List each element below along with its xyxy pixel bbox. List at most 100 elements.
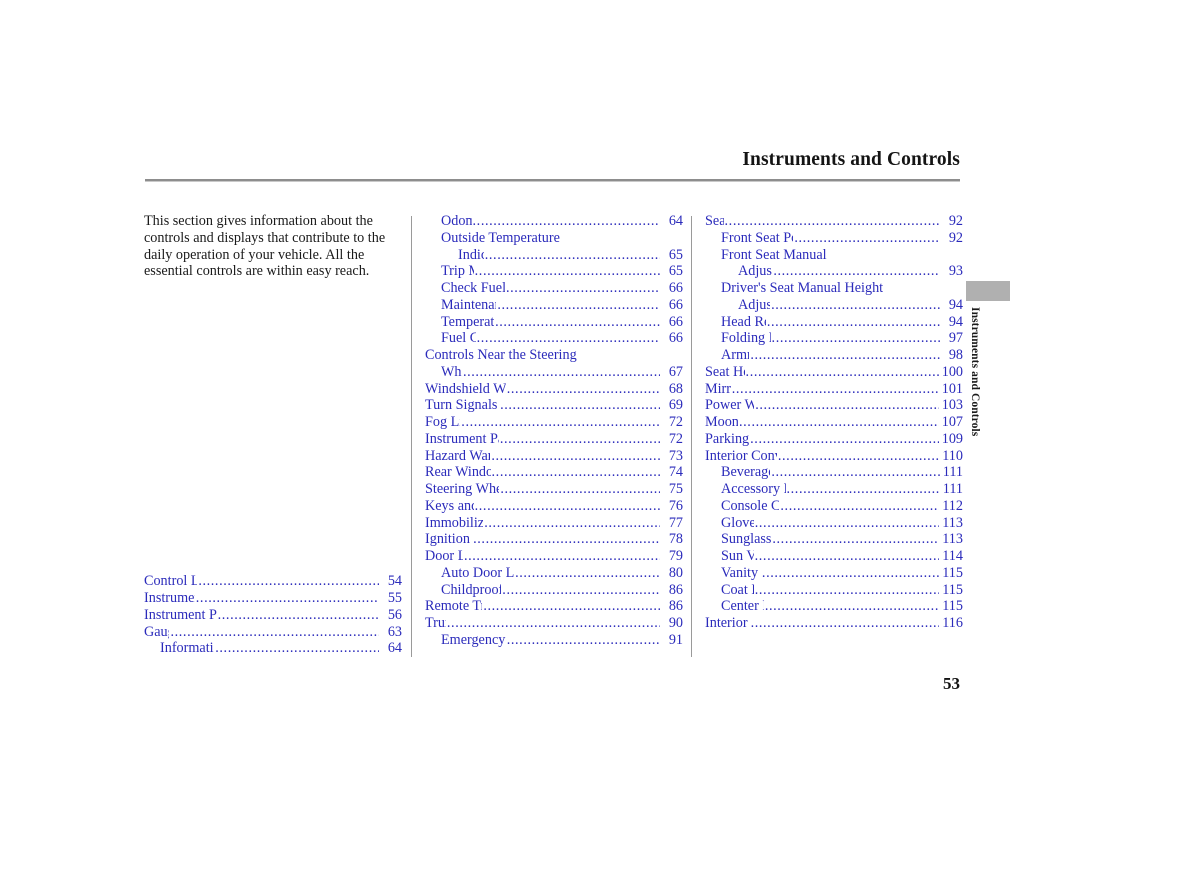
toc-entry[interactable]: Steering Wheel Adjustments 75 <box>425 481 683 498</box>
toc-entry[interactable]: Immobilizer System 77 <box>425 515 683 532</box>
toc-entry-page: 91 <box>668 631 683 648</box>
toc-dot-leader <box>762 565 939 582</box>
toc-entry[interactable]: Head Restraints 94 <box>705 314 963 331</box>
toc-entry[interactable]: Instrument Panel 55 <box>144 590 402 607</box>
toc-entry[interactable]: Front Seat Manual <box>705 247 963 264</box>
intro-text: This section gives information about the… <box>144 213 386 280</box>
toc-entry[interactable]: Turn Signals and Headlights 69 <box>425 397 683 414</box>
toc-list-column-3: Seats92Front Seat Power Adjustments92Fro… <box>705 213 963 632</box>
toc-entry[interactable]: Ignition Switch 78 <box>425 531 683 548</box>
toc-entry[interactable]: Armrests 98 <box>705 347 963 364</box>
toc-dot-leader <box>778 448 939 465</box>
toc-entry-label: Indicator <box>458 246 484 263</box>
toc-entry[interactable]: Keys and Locks 76 <box>425 498 683 515</box>
header-divider-rule <box>145 179 960 182</box>
toc-entry[interactable]: Rear Window Defogger 74 <box>425 464 683 481</box>
toc-entry-page: 63 <box>387 623 402 640</box>
toc-entry[interactable]: Information Display 64 <box>144 640 402 657</box>
toc-entry-page: 113 <box>942 514 963 531</box>
toc-entry-label: Mirrors <box>705 380 731 397</box>
toc-entry[interactable]: Power Windows 103 <box>705 397 963 414</box>
toc-entry-label: Steering Wheel Adjustments <box>425 481 500 497</box>
toc-entry[interactable]: Sunglasses Holder 113 <box>705 531 963 548</box>
column-1: This section gives information about the… <box>144 213 402 658</box>
toc-entry[interactable]: Temperature Gauge 66 <box>425 314 683 331</box>
toc-entry[interactable]: Controls Near the Steering <box>425 347 683 364</box>
toc-entry-page: 115 <box>942 581 963 598</box>
toc-entry[interactable]: Fuel Gauge 66 <box>425 330 683 347</box>
toc-entry-page: 67 <box>668 363 683 380</box>
toc-entry[interactable]: Trip Meter 65 <box>425 263 683 280</box>
toc-entry[interactable]: Auto Door Locking/Unlocking 80 <box>425 565 683 582</box>
toc-entry[interactable]: Door Locks 79 <box>425 548 683 565</box>
toc-entry[interactable]: Beverage Holders 111 <box>705 464 963 481</box>
toc-entry[interactable]: Wheel 67 <box>425 364 683 381</box>
toc-dot-leader <box>500 431 660 448</box>
toc-entry-label: Parking Brake <box>705 430 750 447</box>
toc-dot-leader <box>507 381 660 398</box>
toc-dot-leader <box>780 498 939 515</box>
toc-entry[interactable]: Vanity Mirror 115 <box>705 565 963 582</box>
toc-entry[interactable]: Coat Hook 115 <box>705 582 963 599</box>
toc-entry[interactable]: Gauges 63 <box>144 624 402 641</box>
toc-entry[interactable]: Seat Heaters 100 <box>705 364 963 381</box>
toc-entry-label: Fog Lights <box>425 414 460 430</box>
toc-entry-page: 115 <box>942 564 963 581</box>
toc-entry-page: 79 <box>668 548 683 564</box>
toc-entry-label: Center Pockets <box>721 598 764 615</box>
toc-dot-leader <box>475 498 660 515</box>
toc-dot-leader <box>794 230 940 247</box>
toc-entry[interactable]: Childproof Door Locks 86 <box>425 582 683 599</box>
toc-dot-leader <box>473 531 660 548</box>
toc-entry[interactable]: Instrument Panel Brightness 72 <box>425 431 683 448</box>
toc-entry[interactable]: Control Locations 54 <box>144 573 402 590</box>
toc-entry-page: 109 <box>941 430 963 447</box>
toc-entry-page: 97 <box>948 330 963 347</box>
toc-entry[interactable]: Maintenance Minder 66 <box>425 297 683 314</box>
toc-entry-label: Moonroof <box>705 414 738 430</box>
toc-entry[interactable]: Odometer 64 <box>425 213 683 230</box>
toc-entry[interactable]: Sun Visors 114 <box>705 548 963 565</box>
toc-dot-leader <box>484 515 660 532</box>
toc-entry[interactable]: Outside Temperature <box>425 230 683 247</box>
toc-entry-label: Instrument Panel Brightness <box>425 430 499 447</box>
toc-entry[interactable]: Parking Brake 109 <box>705 431 963 448</box>
toc-entry[interactable]: Check Fuel Cap Message 66 <box>425 280 683 297</box>
toc-entry[interactable]: Indicator 65 <box>425 247 683 264</box>
toc-entry[interactable]: Trunk 90 <box>425 615 683 632</box>
toc-entry-label: Rear Window Defogger <box>425 464 491 481</box>
toc-dot-leader <box>751 615 940 632</box>
toc-entry[interactable]: Console Compartment 112 <box>705 498 963 515</box>
toc-entry[interactable]: Remote Transmitter 86 <box>425 598 683 615</box>
toc-entry-label: Immobilizer System <box>425 514 484 531</box>
toc-entry[interactable]: Instrument Panel Indicators 56 <box>144 607 402 624</box>
toc-entry[interactable]: Accessory Power Sockets 111 <box>705 481 963 498</box>
toc-entry[interactable]: Center Pockets 115 <box>705 598 963 615</box>
toc-entry[interactable]: Adjustments 93 <box>705 263 963 280</box>
toc-entry-label: Check Fuel Cap Message <box>441 280 505 296</box>
toc-entry-page: 55 <box>387 590 402 606</box>
toc-dot-leader <box>492 464 660 481</box>
toc-entry-label: Trunk <box>425 615 446 631</box>
toc-entry[interactable]: Mirrors 101 <box>705 381 963 398</box>
toc-entry-page: 77 <box>668 514 683 531</box>
toc-entry[interactable]: Adjustment 94 <box>705 297 963 314</box>
toc-dot-leader <box>198 573 379 590</box>
toc-entry-label: Wheel <box>441 363 462 380</box>
toc-entry[interactable]: Windshield Wipers and Washers 68 <box>425 381 683 398</box>
toc-entry-label: Accessory Power Sockets <box>721 481 786 497</box>
toc-entry[interactable]: Driver's Seat Manual Height <box>705 280 963 297</box>
toc-entry[interactable]: Fog Lights 72 <box>425 414 683 431</box>
toc-entry[interactable]: Moonroof 107 <box>705 414 963 431</box>
toc-entry[interactable]: Emergency Trunk Opener 91 <box>425 632 683 649</box>
toc-entry[interactable]: Interior Lights 116 <box>705 615 963 632</box>
toc-entry[interactable]: Seats 92 <box>705 213 963 230</box>
toc-entry[interactable]: Glove Box 113 <box>705 515 963 532</box>
page-header: Instruments and Controls <box>145 148 960 182</box>
toc-entry[interactable]: Folding Rear Seat 97 <box>705 330 963 347</box>
toc-entry-page: 94 <box>948 296 963 313</box>
toc-entry[interactable]: Hazard Warning Button 73 <box>425 448 683 465</box>
toc-entry[interactable]: Interior Convenience Items 110 <box>705 448 963 465</box>
toc-entry[interactable]: Front Seat Power Adjustments 92 <box>705 230 963 247</box>
column-divider-right <box>691 216 692 657</box>
